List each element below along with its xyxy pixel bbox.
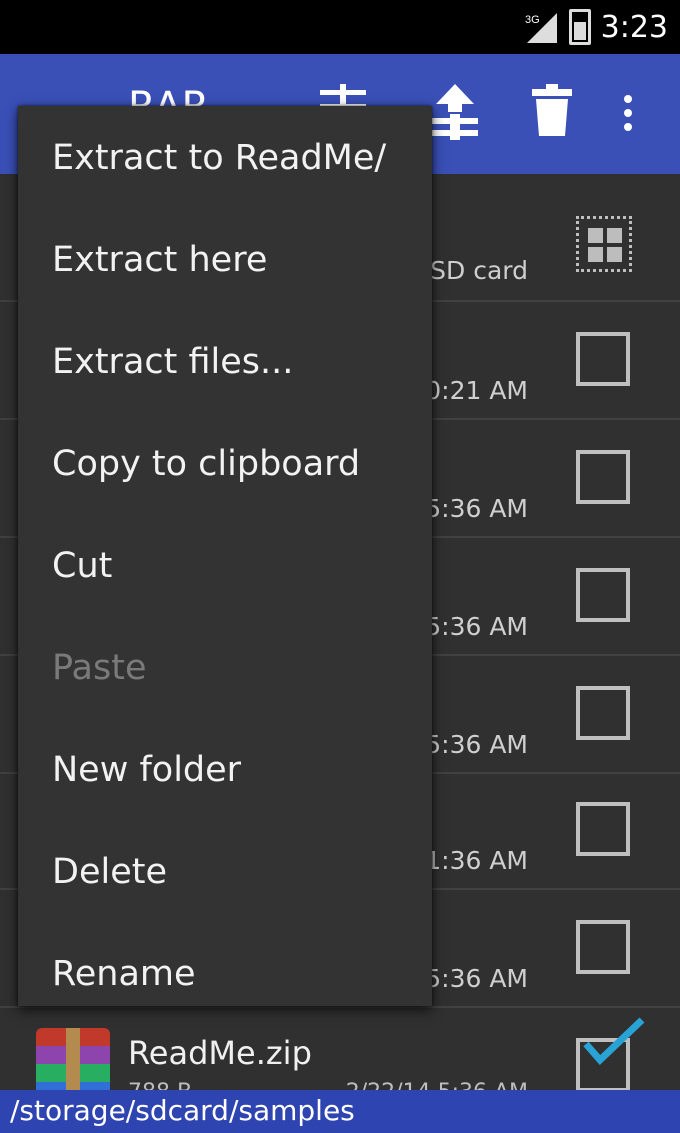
- menu-item-paste: Paste: [52, 648, 147, 688]
- item-date: 5:36 AM: [425, 494, 528, 523]
- signal-3g-icon: 3G: [523, 9, 559, 45]
- select-all-icon[interactable]: [576, 216, 632, 272]
- menu-item-extract-here[interactable]: Extract here: [52, 240, 267, 280]
- current-path: /storage/sdcard/samples: [10, 1094, 355, 1127]
- item-date: 5:36 AM: [425, 964, 528, 993]
- menu-item-rename[interactable]: Rename: [52, 954, 196, 994]
- file-name: ReadMe.zip: [128, 1034, 312, 1072]
- path-bar: /storage/sdcard/samples: [0, 1090, 680, 1133]
- archive-upload-icon[interactable]: [430, 84, 480, 148]
- item-checkbox[interactable]: [576, 920, 630, 974]
- item-checkbox-checked[interactable]: [576, 1017, 645, 1092]
- menu-item-new-folder[interactable]: New folder: [52, 750, 241, 790]
- trash-icon[interactable]: [532, 84, 572, 140]
- status-bar: 3G 3:23: [0, 0, 680, 54]
- battery-icon: [568, 9, 591, 45]
- menu-item-cut[interactable]: Cut: [52, 546, 112, 586]
- item-checkbox[interactable]: [576, 450, 630, 504]
- item-checkbox[interactable]: [576, 568, 630, 622]
- status-time: 3:23: [600, 9, 668, 45]
- overflow-menu-icon[interactable]: [622, 94, 634, 138]
- item-date: 1:36 AM: [425, 846, 528, 875]
- item-date: 5:36 AM: [425, 612, 528, 641]
- item-checkbox[interactable]: [576, 686, 630, 740]
- menu-item-extract-to[interactable]: Extract to ReadMe/: [52, 138, 386, 178]
- svg-text:3G: 3G: [525, 14, 540, 26]
- storage-label: SD card: [430, 256, 528, 285]
- item-date: 5:36 AM: [425, 730, 528, 759]
- menu-item-extract-files[interactable]: Extract files...: [52, 342, 293, 382]
- list-item-readme[interactable]: ReadMe.zip 788 B 2/22/14 5:36 AM: [0, 1008, 680, 1105]
- item-checkbox[interactable]: [576, 802, 630, 856]
- menu-item-delete[interactable]: Delete: [52, 852, 167, 892]
- menu-item-copy-to-clipboard[interactable]: Copy to clipboard: [52, 444, 360, 484]
- item-checkbox[interactable]: [576, 332, 630, 386]
- context-menu: Extract to ReadMe/ Extract here Extract …: [18, 106, 432, 1006]
- checkmark-icon: [583, 1017, 645, 1066]
- item-date: 0:21 AM: [425, 376, 528, 405]
